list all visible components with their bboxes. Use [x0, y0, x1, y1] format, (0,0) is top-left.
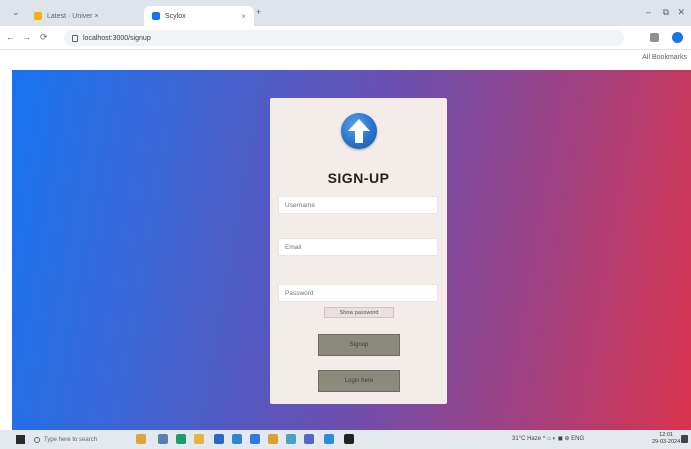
- edge-app-icon[interactable]: [176, 434, 186, 444]
- search-icon: [34, 436, 40, 443]
- system-tray[interactable]: 31°C Haze ^ ⌂ ◐ ◼ ⊕ ENG: [512, 435, 584, 442]
- taskbar-search-placeholder: Type here to search: [44, 436, 98, 443]
- login-button[interactable]: Login here: [318, 370, 400, 392]
- forward-button[interactable]: →: [22, 32, 31, 42]
- show-password-button[interactable]: Show password: [324, 307, 394, 318]
- clock-date: 29-03-2024: [652, 439, 681, 445]
- site-info-icon[interactable]: [72, 34, 78, 42]
- tab-latest[interactable]: Latest · Univer ×: [26, 6, 144, 26]
- tab-active[interactable]: Scylox ×: [144, 6, 254, 26]
- taskbar-search[interactable]: Type here to search: [34, 434, 114, 445]
- tab-favicon-icon: [152, 12, 160, 20]
- clock[interactable]: 12:01 29-03-2024: [652, 432, 680, 446]
- chrome-app-icon[interactable]: [250, 434, 260, 444]
- all-bookmarks-link[interactable]: All Bookmarks: [642, 54, 687, 61]
- page-viewport: SIGN-UP Show password Signup Login here: [12, 70, 691, 430]
- profile-avatar[interactable]: [672, 32, 683, 43]
- store-app-icon[interactable]: [214, 434, 224, 444]
- terminal-app-icon[interactable]: [344, 434, 354, 444]
- tab-favicon-icon: [34, 12, 42, 20]
- password-field[interactable]: [278, 284, 438, 302]
- page-title: SIGN-UP: [327, 170, 390, 186]
- signup-card: SIGN-UP Show password Signup Login here: [270, 98, 447, 404]
- browser-tab-strip: ⌄ Latest · Univer × Scylox × + – ⧉ ✕: [0, 0, 691, 26]
- tab-label: Latest · Univer ×: [47, 12, 99, 20]
- notification-icon[interactable]: [681, 435, 688, 443]
- signup-button[interactable]: Signup: [318, 334, 400, 356]
- photos-app-icon[interactable]: [136, 434, 146, 444]
- username-field[interactable]: [278, 196, 438, 214]
- address-bar-url: localhost:3000/signup: [83, 34, 151, 42]
- close-window-button[interactable]: ✕: [677, 7, 685, 18]
- browser-toolbar: ← → ⟳ localhost:3000/signup: [0, 26, 691, 50]
- taskbar: Type here to search 31°C Haze ^ ⌂ ◐ ◼ ⊕ …: [0, 430, 691, 449]
- clock-time: 12:01: [659, 432, 673, 438]
- minimize-button[interactable]: –: [646, 7, 651, 17]
- weather-widget[interactable]: 31°C Haze: [512, 436, 541, 442]
- bookmarks-bar: All Bookmarks: [0, 50, 691, 70]
- maximize-button[interactable]: ⧉: [663, 7, 669, 18]
- maps-app-icon[interactable]: [286, 434, 296, 444]
- tab-label: Scylox: [165, 12, 186, 20]
- file-explorer-icon[interactable]: [194, 434, 204, 444]
- back-button[interactable]: ←: [6, 32, 15, 42]
- mail-app-icon[interactable]: [232, 434, 242, 444]
- reload-button[interactable]: ⟳: [40, 32, 48, 43]
- new-tab-button[interactable]: +: [256, 7, 261, 17]
- extensions-icon[interactable]: [650, 33, 659, 42]
- arrow-up-circle-icon: [341, 113, 377, 149]
- tab-close-icon[interactable]: ×: [241, 12, 246, 21]
- email-field[interactable]: [278, 238, 438, 256]
- start-button[interactable]: [16, 435, 25, 444]
- task-view-icon[interactable]: [158, 434, 168, 444]
- settings-app-icon[interactable]: [268, 434, 278, 444]
- tab-search-icon[interactable]: ⌄: [12, 7, 20, 18]
- address-bar[interactable]: localhost:3000/signup: [64, 30, 624, 46]
- vscode-app-icon[interactable]: [324, 434, 334, 444]
- tray-icons[interactable]: ^ ⌂ ◐ ◼ ⊕ ENG: [543, 436, 584, 442]
- teams-app-icon[interactable]: [304, 434, 314, 444]
